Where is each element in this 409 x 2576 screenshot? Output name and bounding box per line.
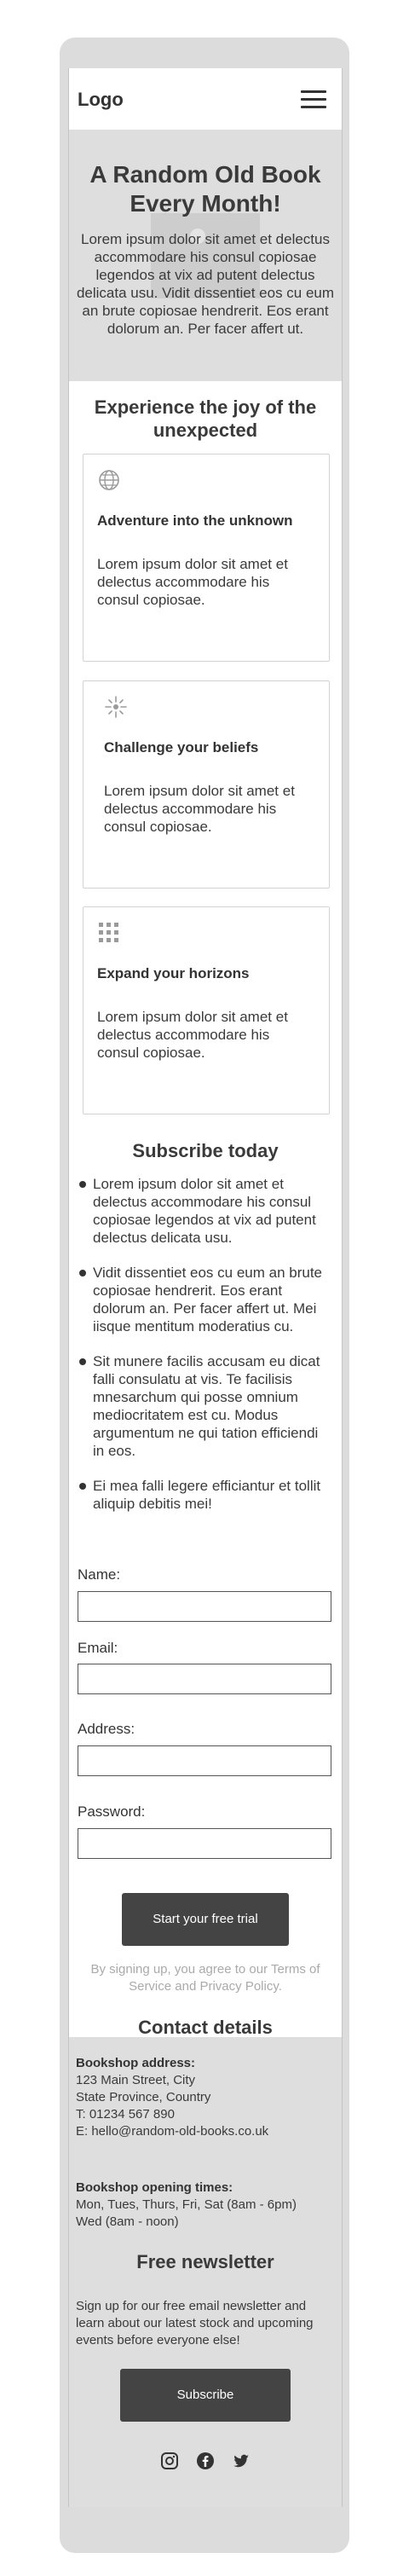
name-label: Name: xyxy=(78,1566,121,1583)
email-label: Email: xyxy=(78,1640,118,1656)
instagram-icon[interactable] xyxy=(160,2452,179,2470)
opening-times: Bookshop opening times: Mon, Tues, Thurs… xyxy=(76,2179,297,2231)
password-label: Password: xyxy=(78,1803,146,1820)
newsletter-text: Sign up for our free email newsletter an… xyxy=(76,2299,314,2347)
site-logo[interactable]: Logo xyxy=(78,89,124,111)
features-title: Experience the joy of the unexpected xyxy=(94,397,317,441)
feature-card: Adventure into the unknown Lorem ipsum d… xyxy=(83,454,330,662)
benefits-list: Lorem ipsum dolor sit amet et delectus a… xyxy=(78,1175,333,1530)
subscribe-title: Subscribe today xyxy=(132,1140,279,1161)
globe-icon xyxy=(99,470,119,490)
hours-heading: Bookshop opening times: xyxy=(76,2180,233,2195)
email-address[interactable]: E: hello@random-old-books.co.uk xyxy=(76,2124,268,2139)
newsletter-title: Free newsletter xyxy=(136,2251,274,2272)
twitter-icon[interactable] xyxy=(232,2452,251,2470)
phone-number: T: 01234 567 890 xyxy=(76,2107,175,2122)
bookshop-address: Bookshop address: 123 Main Street, City … xyxy=(76,2055,268,2140)
list-item: Lorem ipsum dolor sit amet et delectus a… xyxy=(78,1175,333,1247)
start-free-trial-button[interactable]: Start your free trial xyxy=(122,1893,289,1946)
feature-card-title: Expand your horizons xyxy=(97,965,250,981)
facebook-icon[interactable] xyxy=(196,2452,215,2470)
feature-card: Challenge your beliefs Lorem ipsum dolor… xyxy=(83,680,330,889)
hamburger-menu-icon[interactable] xyxy=(301,90,326,109)
hours-line: Mon, Tues, Thurs, Fri, Sat (8am - 6pm) xyxy=(76,2197,297,2212)
hero-text: Lorem ipsum dolor sit amet et delectus a… xyxy=(76,231,335,337)
legal-notice: By signing up, you agree to our Terms of… xyxy=(90,1962,320,1994)
name-field[interactable] xyxy=(78,1591,331,1622)
feature-card-text: Lorem ipsum dolor sit amet et delectus a… xyxy=(97,556,288,608)
list-item: Vidit dissentiet eos cu eum an brute cop… xyxy=(78,1264,333,1335)
contact-title: Contact details xyxy=(138,2017,273,2038)
feature-card-title: Challenge your beliefs xyxy=(104,739,259,755)
sparkle-icon xyxy=(105,696,127,718)
address-label: Address: xyxy=(78,1721,135,1737)
feature-card-text: Lorem ipsum dolor sit amet et delectus a… xyxy=(104,783,295,835)
address-heading: Bookshop address: xyxy=(76,2056,196,2070)
hero-title: A Random Old Book Every Month! xyxy=(89,161,321,217)
hero-section: A Random Old Book Every Month! Lorem ips… xyxy=(69,130,342,381)
address-line: 123 Main Street, City xyxy=(76,2073,196,2087)
hours-line: Wed (8am - noon) xyxy=(76,2214,179,2229)
page-viewport: Logo A Random Old Book Every Month! Lore… xyxy=(68,68,343,2507)
email-field[interactable] xyxy=(78,1664,331,1694)
feature-card: Expand your horizons Lorem ipsum dolor s… xyxy=(83,906,330,1114)
address-line: State Province, Country xyxy=(76,2090,211,2104)
address-field[interactable] xyxy=(78,1745,331,1776)
grid-icon xyxy=(99,923,118,942)
site-header: Logo xyxy=(69,68,342,130)
feature-card-text: Lorem ipsum dolor sit amet et delectus a… xyxy=(97,1009,288,1061)
list-item: Ei mea falli legere efficiantur et tolli… xyxy=(78,1477,333,1513)
feature-card-title: Adventure into the unknown xyxy=(97,512,293,529)
password-field[interactable] xyxy=(78,1828,331,1859)
subscribe-button[interactable]: Subscribe xyxy=(120,2369,291,2422)
list-item: Sit munere facilis accusam eu dicat fall… xyxy=(78,1352,333,1460)
